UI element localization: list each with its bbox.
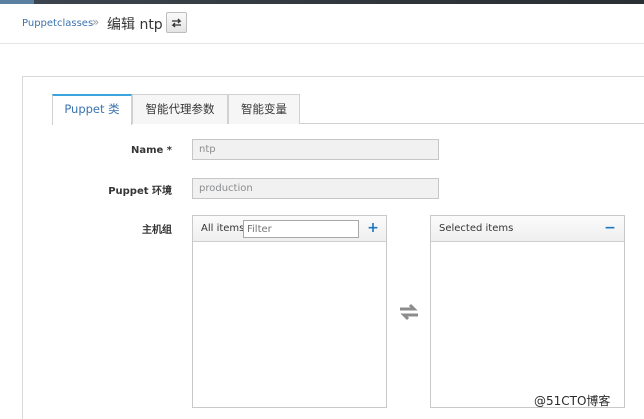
swap-arrows-icon[interactable] (398, 303, 420, 321)
all-items-title: All items (201, 223, 245, 234)
minus-icon[interactable]: − (603, 220, 617, 236)
tab-label: 智能代理参数 (145, 102, 215, 116)
all-items-box: All items + (192, 215, 387, 408)
page-header: Puppetclasses » 编辑 ntp (0, 4, 644, 44)
filter-input[interactable] (243, 220, 359, 238)
breadcrumb-puppetclasses-link[interactable]: Puppetclasses (22, 18, 93, 29)
tab-label: 智能变量 (241, 102, 287, 116)
all-items-header: All items + (193, 216, 386, 242)
name-label: Name * (130, 145, 172, 156)
selected-items-header: Selected items − (431, 216, 624, 242)
tab-bar: Puppet 类 智能代理参数 智能变量 (52, 94, 644, 125)
breadcrumb-separator: » (92, 15, 100, 29)
name-field[interactable]: ntp (192, 139, 439, 160)
page-title: 编辑 ntp (107, 17, 163, 33)
selected-items-box: Selected items − (430, 215, 625, 408)
plus-icon[interactable]: + (366, 220, 380, 236)
environment-label: Puppet 环境 (108, 186, 172, 197)
tab-label: Puppet 类 (64, 102, 120, 116)
watermark-text: @51CTO博客 (534, 394, 611, 408)
environment-field[interactable]: production (192, 178, 439, 199)
tab-smart-variables[interactable]: 智能变量 (228, 94, 300, 124)
all-items-list[interactable] (193, 243, 386, 407)
selected-items-title: Selected items (439, 223, 514, 234)
tab-puppet-class[interactable]: Puppet 类 (52, 94, 132, 125)
swap-arrows-icon (171, 18, 182, 28)
selected-items-list[interactable] (431, 243, 624, 407)
tab-smart-proxy-params[interactable]: 智能代理参数 (132, 94, 228, 124)
breadcrumb-switcher-button[interactable] (166, 12, 187, 33)
hostgroups-label: 主机组 (142, 225, 172, 236)
